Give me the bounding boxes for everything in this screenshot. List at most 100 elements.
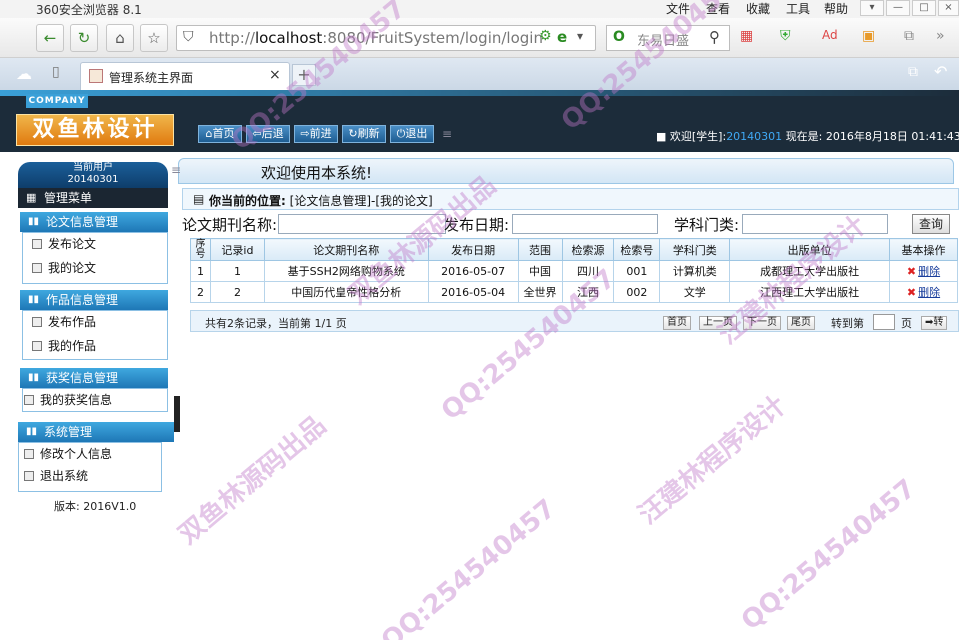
cell-index: 2 <box>190 281 211 303</box>
tab-title: 管理系统主界面 <box>109 71 194 85</box>
col-header: 基本操作 <box>889 238 958 261</box>
more-tools-icon[interactable]: » <box>936 28 945 44</box>
menu-favorites[interactable]: 收藏 <box>746 0 770 17</box>
close-window-icon[interactable]: × <box>938 0 959 16</box>
section-awards-header[interactable]: ▮▮ 获奖信息管理 <box>20 368 168 388</box>
home-icon[interactable]: ⌂ <box>106 24 134 52</box>
undo-close-icon[interactable]: ↶ <box>934 62 947 81</box>
last-page-button[interactable]: 尾页 <box>787 316 815 330</box>
tab-list-icon[interactable]: ▯ <box>52 64 60 80</box>
brand-logo: 双鱼林设计 <box>16 114 174 146</box>
browser-tab-active[interactable]: 管理系统主界面 × <box>80 62 290 90</box>
journal-input[interactable] <box>278 214 446 234</box>
main-menu-header: ▦ 管理菜单 <box>18 188 168 208</box>
sidebar-item-my-awards[interactable]: 我的获奖信息 <box>22 390 112 410</box>
minimize-icon[interactable]: — <box>886 0 910 16</box>
col-header: 序号 <box>190 238 211 261</box>
doc-icon <box>32 341 42 351</box>
menu-tools[interactable]: 工具 <box>786 0 810 17</box>
section-icon: ▮▮ <box>26 426 38 437</box>
go-button[interactable]: ➡转 <box>921 316 948 330</box>
doc-icon <box>32 263 42 273</box>
sidebar-item-my-papers[interactable]: 我的论文 <box>30 258 96 278</box>
tab-close-icon[interactable]: × <box>269 67 281 83</box>
col-header: 记录id <box>209 238 265 261</box>
screenshot-icon[interactable]: ⧉ <box>904 28 914 44</box>
query-button[interactable]: 查询 <box>912 214 950 234</box>
first-page-button[interactable]: 首页 <box>663 316 691 330</box>
cell-journal: 基于SSH2网络购物系统 <box>263 260 429 282</box>
table-header-row: 序号 记录id 论文期刊名称 发布日期 范围 检索源 检索号 学科门类 出版单位… <box>190 238 958 261</box>
breadcrumb: 你当前的位置: [论文信息管理]-[我的论文] <box>209 194 433 208</box>
col-header: 发布日期 <box>427 238 519 261</box>
table-row: 1 1 基于SSH2网络购物系统 2016-05-07 中国 四川 001 计算… <box>190 260 958 282</box>
plugin-icon[interactable]: ▣ <box>862 28 875 44</box>
browser-app-title: 360安全浏览器 8.1 <box>36 3 142 17</box>
filter-bar: 论文期刊名称: 发布日期: 学科门类: <box>182 214 959 234</box>
delete-link[interactable]: 删除 <box>918 286 940 299</box>
cell-search-no: 002 <box>613 281 661 303</box>
browser-nav-bar: ← ↻ ⌂ ☆ ⛉ http://localhost:8080/FruitSys… <box>0 18 959 58</box>
forward-button[interactable]: ⇨前进 <box>294 125 338 143</box>
home-button[interactable]: ⌂首页 <box>198 125 242 143</box>
menu-view[interactable]: 查看 <box>706 0 730 17</box>
refresh-button[interactable]: ↻刷新 <box>342 125 386 143</box>
sidebar-item-edit-profile[interactable]: 修改个人信息 <box>22 444 112 464</box>
paper-table: 序号 记录id 论文期刊名称 发布日期 范围 检索源 检索号 学科门类 出版单位… <box>190 238 958 303</box>
url-dropdown-icon[interactable]: ▾ <box>577 29 583 43</box>
back-arrow-icon[interactable]: ← <box>36 24 64 52</box>
refresh-icon[interactable]: ↻ <box>70 24 98 52</box>
subject-input[interactable] <box>742 214 888 234</box>
cell-record-id: 2 <box>209 281 265 303</box>
search-input[interactable]: 东易日盛 <box>637 30 689 49</box>
section-works-header[interactable]: ▮▮ 作品信息管理 <box>20 290 168 310</box>
sidebar-item-publish-work[interactable]: 发布作品 <box>30 312 96 332</box>
search-box[interactable]: O 东易日盛 ⚲ <box>606 25 730 51</box>
compat-mode-icon[interactable]: ⚙ <box>539 28 552 44</box>
cell-date: 2016-05-04 <box>427 281 519 303</box>
sidebar-item-exit-system[interactable]: 退出系统 <box>22 466 88 486</box>
sidebar-collapse-handle[interactable] <box>174 396 180 432</box>
delete-x-icon[interactable]: ✖ <box>907 265 916 278</box>
subject-label: 学科门类: <box>674 216 740 234</box>
section-paper-header[interactable]: ▮▮ 论文信息管理 <box>20 212 168 232</box>
section-system-header[interactable]: ▮▮ 系统管理 <box>18 422 174 442</box>
pager-bar: 共有2条记录，当前第 1/1 页 首页 上一页 下一页 尾页 转到第 页 ➡转 <box>190 310 959 332</box>
pager-summary: 共有2条记录，当前第 1/1 页 <box>205 317 347 330</box>
shield-plugin-icon[interactable]: ⛨ <box>780 28 791 44</box>
maximize-icon[interactable]: □ <box>912 0 936 16</box>
next-page-button[interactable]: 下一页 <box>743 316 781 330</box>
ie-mode-icon[interactable]: e <box>557 28 567 46</box>
window-menu-icon[interactable]: ▾ <box>860 0 884 16</box>
address-url[interactable]: http://localhost:8080/FruitSystem/login/… <box>209 29 543 47</box>
section-icon: ▮▮ <box>28 216 40 227</box>
logout-button[interactable]: ⏻退出 <box>390 125 434 143</box>
menu-file[interactable]: 文件 <box>666 0 690 17</box>
cloud-icon[interactable]: ☁ <box>16 64 32 83</box>
cell-record-id: 1 <box>209 260 265 282</box>
sidebar-item-my-works[interactable]: 我的作品 <box>30 336 96 356</box>
date-input[interactable] <box>512 214 658 234</box>
delete-x-icon[interactable]: ✖ <box>907 286 916 299</box>
cell-publisher: 江西理工大学出版社 <box>729 281 891 303</box>
apps-grid-icon[interactable]: ▦ <box>740 28 753 44</box>
goto-page-input[interactable] <box>873 314 895 330</box>
watermark: 双鱼林源码出品 <box>173 410 332 551</box>
separator-icon: ≡ <box>442 127 453 141</box>
menu-help[interactable]: 帮助 <box>824 0 848 17</box>
section-icon: ▮▮ <box>28 372 40 383</box>
address-bar[interactable]: ⛉ http://localhost:8080/FruitSystem/logi… <box>176 25 596 51</box>
search-icon[interactable]: ⚲ <box>709 28 720 46</box>
col-header: 检索号 <box>613 238 661 261</box>
ad-block-icon[interactable]: Ad <box>822 28 838 42</box>
back-button[interactable]: ⇦后退 <box>246 125 290 143</box>
search-engine-icon[interactable]: O <box>613 29 625 45</box>
prev-page-button[interactable]: 上一页 <box>699 316 737 330</box>
page-unit-label: 页 <box>901 317 912 330</box>
delete-link[interactable]: 删除 <box>918 265 940 278</box>
favorite-star-icon[interactable]: ☆ <box>140 24 168 52</box>
current-user-box: 当前用户 20140301 <box>18 162 168 188</box>
sidebar-item-publish-paper[interactable]: 发布论文 <box>30 234 96 254</box>
new-tab-icon[interactable]: + <box>292 64 316 86</box>
tab-restore-icon[interactable]: ⧉ <box>908 64 918 80</box>
